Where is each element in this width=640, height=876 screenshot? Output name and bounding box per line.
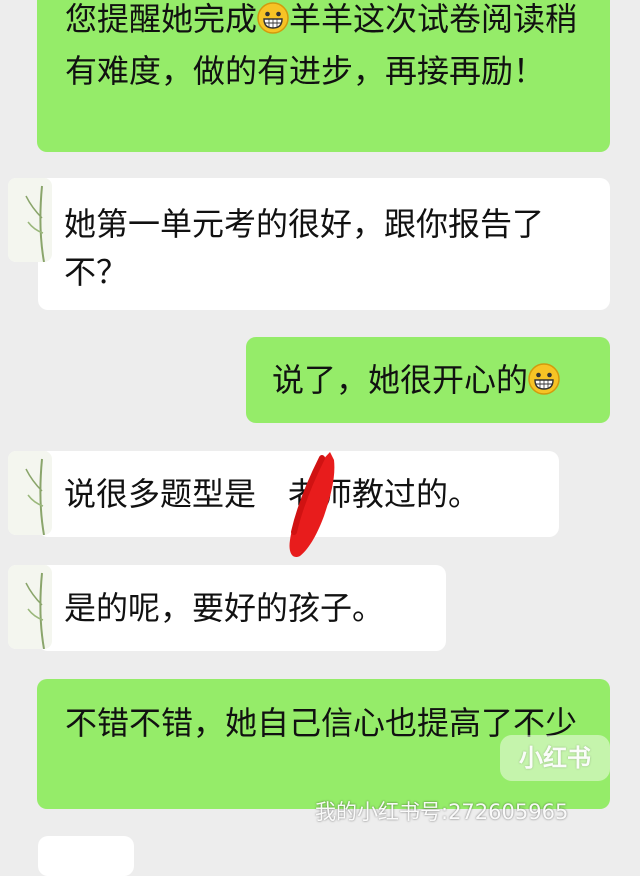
message-text: 是的呢，要好的孩子。 — [64, 589, 385, 627]
message-text: 不错不错，她自己信心也提高了不少 — [65, 704, 578, 742]
grinning-face-emoji-icon — [528, 360, 560, 408]
plant-avatar-icon[interactable] — [8, 565, 52, 649]
message-text-part: 您提醒她完成 — [65, 0, 258, 38]
message-text: 说了，她很开心的 — [272, 361, 529, 399]
message-bubble-received[interactable] — [38, 836, 134, 876]
message-bubble-sent[interactable]: 您提醒她完成 羊羊这次试卷阅读稍有难度，做的有进步，再接再励！ — [37, 0, 610, 152]
watermark-account-id: 我的小红书号:272605965 — [315, 800, 569, 824]
message-bubble-received[interactable]: 是的呢，要好的孩子。 — [8, 565, 446, 651]
red-redaction-mark — [270, 448, 350, 568]
message-bubble-received[interactable]: 她第一单元考的很好，跟你报告了不？ — [8, 178, 610, 310]
plant-avatar-icon[interactable] — [8, 178, 52, 262]
message-bubble-sent[interactable]: 说了，她很开心的 — [246, 337, 610, 423]
xiaohongshu-logo-watermark: 小红书 — [500, 735, 610, 781]
message-text-part: 说很多题型是 — [64, 475, 257, 513]
plant-avatar-icon[interactable] — [8, 451, 52, 535]
grinning-face-emoji-icon — [257, 0, 289, 47]
message-text: 她第一单元考的很好，跟你报告了不？ — [64, 205, 545, 291]
